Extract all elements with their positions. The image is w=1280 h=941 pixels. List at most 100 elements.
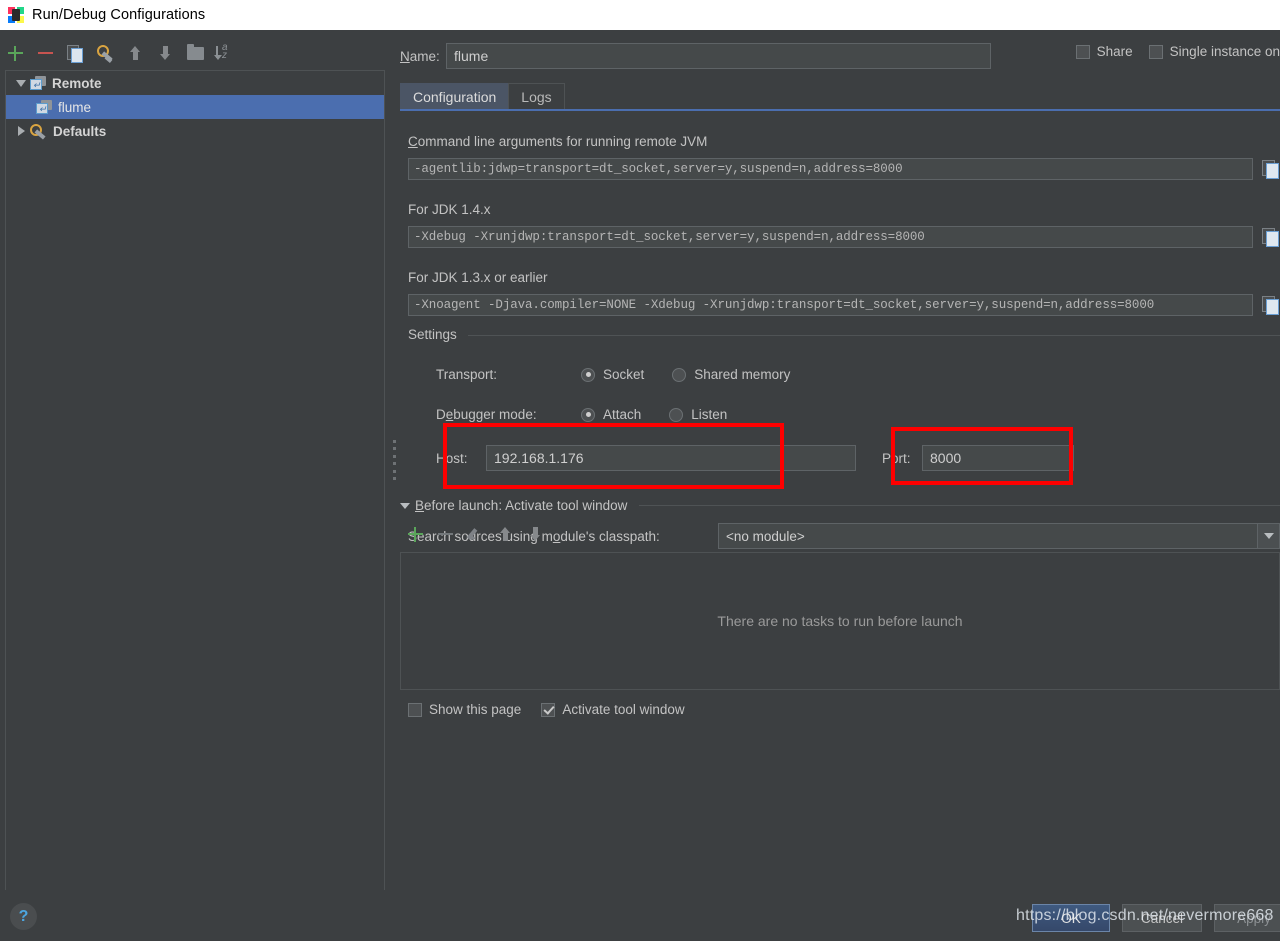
jdk14-label: For JDK 1.4.x [408, 202, 491, 217]
tab-bar: Configuration Logs [400, 82, 1280, 110]
add-task-button[interactable] [400, 520, 430, 548]
arrow-down-icon [157, 45, 173, 61]
copy-button[interactable] [60, 39, 90, 67]
move-up-button[interactable] [120, 39, 150, 67]
tree-item-flume[interactable]: ↵ flume [6, 95, 384, 119]
single-instance-label: Single instance on [1169, 44, 1280, 59]
cmdline-label: Command line arguments for running remot… [408, 134, 708, 149]
name-input[interactable]: flume [446, 43, 991, 69]
before-launch-toolbar [400, 520, 1280, 548]
tree-item-defaults[interactable]: Defaults [6, 119, 384, 143]
debugger-mode-option-label: Listen [691, 407, 728, 422]
jdk13-label: For JDK 1.3.x or earlier [408, 270, 548, 285]
before-launch-task-list[interactable]: There are no tasks to run before launch [400, 552, 1280, 690]
debugger-mode-option-label: Attach [603, 407, 642, 422]
tab-active-underline [400, 109, 1280, 111]
activate-tool-window-label: Activate tool window [562, 702, 685, 717]
pencil-icon [466, 526, 483, 543]
panel-splitter[interactable] [390, 30, 400, 890]
name-label: Name: [400, 48, 440, 64]
radio-button [581, 407, 595, 422]
edit-task-button[interactable] [460, 520, 490, 548]
folder-icon [186, 43, 204, 60]
tab-logs[interactable]: Logs [508, 83, 565, 110]
host-input[interactable]: 192.168.1.176 [486, 445, 856, 471]
task-move-down-button[interactable] [520, 520, 550, 548]
remove-button[interactable] [30, 39, 60, 67]
task-move-up-button[interactable] [490, 520, 520, 548]
remote-config-icon: ↵ [36, 100, 52, 114]
remove-task-button[interactable] [430, 520, 460, 548]
arrow-down-icon [527, 526, 543, 542]
share-label: Share [1096, 44, 1133, 59]
cmdline-field[interactable]: -agentlib:jdwp=transport=dt_socket,serve… [408, 158, 1253, 180]
empty-state-text: There are no tasks to run before launch [717, 613, 963, 629]
radio-button [581, 367, 595, 382]
minus-icon [430, 520, 460, 548]
jdk14-field[interactable]: -Xdebug -Xrunjdwp:transport=dt_socket,se… [408, 226, 1253, 248]
configurations-tree[interactable]: ↵ Remote ↵ flume Defaults [5, 70, 385, 910]
before-launch-header[interactable]: Before launch: Activate tool window [400, 498, 1280, 513]
plus-icon [400, 520, 430, 548]
show-this-page-checkbox[interactable]: Show this page [408, 702, 521, 717]
wrench-icon [30, 123, 47, 139]
jdk13-field[interactable]: -Xnoagent -Djava.compiler=NONE -Xdebug -… [408, 294, 1253, 316]
ok-button[interactable]: OK [1032, 904, 1110, 932]
group-divider [468, 335, 1280, 336]
transport-row: Transport: Socket Shared memory [436, 367, 790, 382]
sort-alphabetical-icon: az [214, 43, 234, 61]
wrench-icon [96, 45, 114, 63]
apply-button[interactable]: Apply [1214, 904, 1280, 932]
transport-option-shared-memory[interactable]: Shared memory [672, 367, 790, 382]
chevron-down-icon[interactable] [400, 502, 410, 509]
intellij-idea-icon [8, 7, 24, 23]
edit-defaults-button[interactable] [90, 39, 120, 67]
tab-configuration[interactable]: Configuration [400, 83, 510, 110]
tree-item-remote[interactable]: ↵ Remote [6, 71, 384, 95]
arrow-up-icon [497, 526, 513, 542]
transport-option-socket[interactable]: Socket [581, 367, 644, 382]
configuration-editor: Name: flume Share Single instance on Con… [400, 30, 1280, 890]
sidebar-toolbar: az [0, 38, 390, 68]
sort-button[interactable]: az [210, 39, 240, 67]
checkbox-box [1075, 44, 1090, 59]
transport-label: Transport: [436, 367, 498, 382]
checkbox-box [541, 702, 556, 717]
add-button[interactable] [0, 39, 30, 67]
question-mark-icon: ? [18, 907, 29, 925]
debugger-mode-row: Debugger mode: Attach Listen [436, 407, 727, 422]
arrow-up-icon [127, 45, 143, 61]
copy-icon[interactable] [1262, 160, 1280, 179]
port-label: Port: [882, 450, 911, 466]
copy-icon[interactable] [1262, 296, 1280, 315]
radio-button [672, 367, 687, 382]
checkbox-box [408, 702, 422, 717]
folder-button[interactable] [180, 39, 210, 67]
remote-config-icon: ↵ [30, 76, 46, 90]
debugger-mode-option-listen[interactable]: Listen [669, 407, 727, 422]
settings-group-title: Settings [408, 327, 464, 342]
title-bar: Run/Debug Configurations [0, 0, 1280, 30]
port-input[interactable]: 8000 [922, 445, 1074, 471]
tree-item-label: flume [58, 99, 92, 115]
chevron-right-icon[interactable] [12, 119, 30, 143]
before-launch-section: Before launch: Activate tool window Ther… [400, 498, 1280, 717]
before-launch-checkboxes: Show this page Activate tool window [408, 702, 1280, 717]
share-checkbox[interactable]: Share [1075, 44, 1133, 59]
cmdline-label-text: ommand line arguments for running remote… [417, 134, 708, 149]
single-instance-checkbox[interactable]: Single instance on [1148, 44, 1280, 59]
activate-tool-window-checkbox[interactable]: Activate tool window [541, 702, 685, 717]
settings-group: Settings Transport: Socket Shared memory [408, 327, 1280, 521]
copy-icon [67, 45, 83, 63]
chevron-down-icon[interactable] [12, 71, 30, 95]
run-debug-configurations-dialog: Run/Debug Configurations az ↵ Remote ↵ f… [0, 0, 1280, 941]
cancel-button[interactable]: Cancel [1122, 904, 1202, 932]
move-down-button[interactable] [150, 39, 180, 67]
transport-option-label: Socket [603, 367, 645, 382]
help-button[interactable]: ? [10, 903, 37, 930]
plus-icon [0, 39, 30, 67]
host-port-row: Host: 192.168.1.176 Port: 8000 [436, 445, 1074, 471]
minus-icon [30, 39, 60, 67]
copy-icon[interactable] [1262, 228, 1280, 247]
debugger-mode-option-attach[interactable]: Attach [581, 407, 641, 422]
